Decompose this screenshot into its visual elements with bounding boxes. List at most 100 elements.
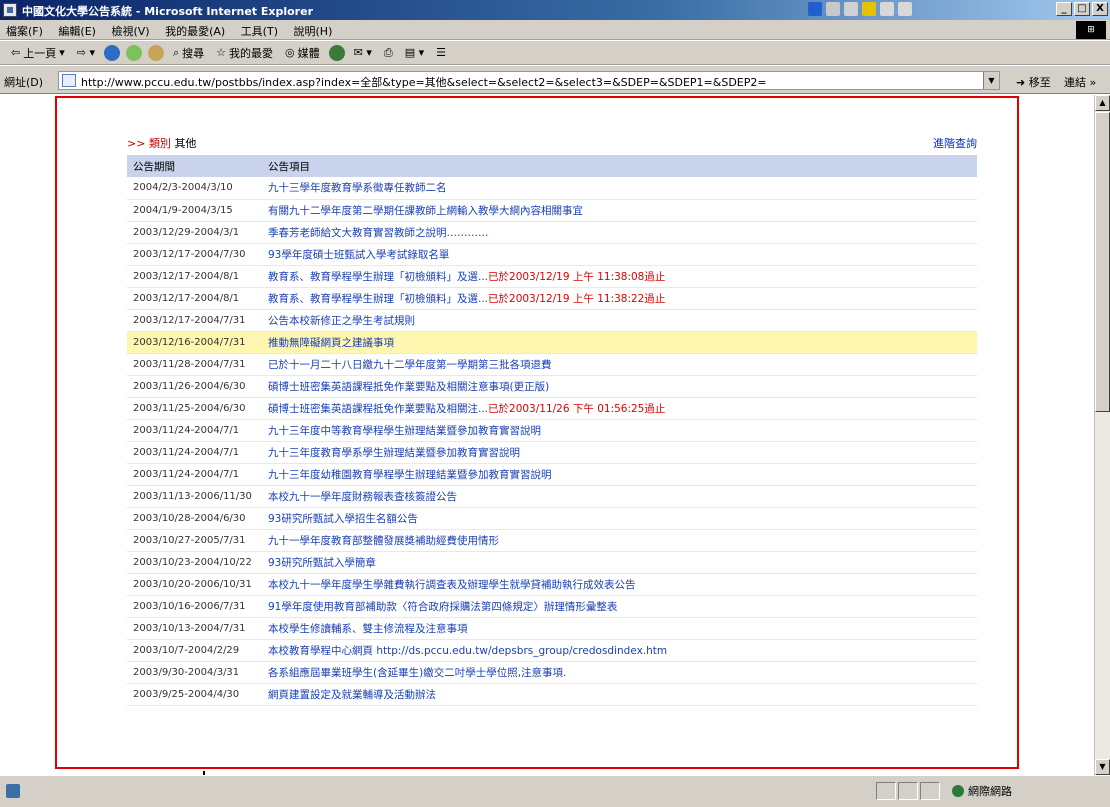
scroll-thumb[interactable] [1095, 112, 1110, 412]
announcement-link[interactable]: 九十三年度教育學系學生辦理結業暨參加教育實習說明 [268, 447, 520, 459]
announcement-link[interactable]: 碩博士班密集英語課程抵免作業要點及相關注... [268, 403, 488, 415]
table-row: 2004/2/3-2004/3/10 九十三學年度教育學系徵專任教師二名 [127, 177, 977, 200]
go-button[interactable]: ➜ 移至 [1016, 74, 1051, 90]
security-zone: 網際網路 [952, 782, 1012, 800]
menu-view[interactable]: 檢視(V) [105, 20, 155, 42]
table-row: 2004/1/9-2004/3/15 有關九十二學年度第二學期任課教師上網輸入教學… [127, 199, 977, 222]
menu-tools[interactable]: 工具(T) [235, 20, 284, 42]
announcement-link[interactable]: 網頁建置設定及就業輔導及活動辦法 [268, 689, 436, 701]
announcement-table: 公告期間 公告項目 2004/2/3-2004/3/10 九十三學年度教育學系徵專… [127, 155, 977, 706]
announcement-panel: >> 類別 其他 進階查詢 公告期間 公告項目 2004/2/3-2004/3/… [127, 135, 977, 706]
table-row: 2003/10/28-2004/6/30 93研究所甄試入學招生名額公告 [127, 507, 977, 530]
announcement-link[interactable]: 教育系、教育學程學生辦理「初檢頒料」及選... [268, 271, 488, 283]
table-row: 2003/11/28-2004/7/31 已於十一月二十八日繳九十二學年度第一學期… [127, 353, 977, 376]
tray-icons [808, 2, 912, 18]
announcement-link[interactable]: 93研究所甄試入學簡章 [268, 557, 376, 569]
tray-icon[interactable] [880, 2, 894, 16]
announcement-link[interactable]: 碩博士班密集英語課程抵免作業要點及相關注意事項(更正版) [268, 381, 549, 393]
forward-button[interactable]: ⇨ ▾ [74, 44, 98, 62]
minimize-button[interactable]: _ [1056, 2, 1072, 16]
address-dropdown-icon[interactable]: ▼ [983, 72, 999, 89]
announcement-link[interactable]: 91學年度使用教育部補助款〈符合政府採購法第四條規定〉辦理情形彙整表 [268, 601, 617, 613]
address-url[interactable]: http://www.pccu.edu.tw/postbbs/index.asp… [81, 74, 976, 90]
category-label: 類別 [148, 137, 171, 150]
windows-logo-icon: ⊞ [1076, 21, 1106, 39]
menu-help[interactable]: 說明(H) [288, 20, 339, 42]
announcement-period: 2003/10/27-2005/7/31 [127, 529, 262, 552]
go-arrow-icon: ➜ [1016, 76, 1026, 89]
table-row: 2003/9/25-2004/4/30 網頁建置設定及就業輔導及活動辦法 [127, 683, 977, 706]
chevron-down-icon: ▾ [59, 46, 65, 59]
announcement-cell: 季春芳老師給文大教育實習教師之說明………… [262, 221, 977, 244]
favorites-button[interactable]: ☆ 我的最愛 [213, 44, 276, 62]
close-button[interactable]: X [1092, 2, 1108, 16]
table-row: 2003/10/23-2004/10/22 93研究所甄試入學簡章 [127, 551, 977, 574]
announcement-cell: 九十三年度教育學系學生辦理結業暨參加教育實習說明 [262, 441, 977, 464]
status-cell [920, 782, 940, 800]
mail-button[interactable]: ✉ ▾ [351, 44, 375, 62]
history-icon[interactable] [328, 44, 345, 61]
announcement-link[interactable]: 本校九十一學年度學生學雜費執行調查表及辦理學生就學貸補助執行成效表公告 [268, 579, 636, 591]
address-bar: 網址(D) http://www.pccu.edu.tw/postbbs/ind… [0, 66, 1110, 94]
tray-icon[interactable] [898, 2, 912, 16]
print-button[interactable]: ⎙ [381, 44, 396, 62]
table-row: 2003/10/13-2004/7/31 本校學生修讀輔系、雙主修流程及注意事項 [127, 617, 977, 640]
announcement-cell: 教育系、教育學程學生辦理「初檢頒料」及選...已於2003/12/19 上午 1… [262, 265, 977, 288]
links-button[interactable]: 連結 » [1064, 74, 1096, 90]
announcement-link[interactable]: 已於十一月二十八日繳九十二學年度第一學期第三批各項退費 [268, 359, 552, 371]
announcement-link[interactable]: 本校教育學程中心網頁 http://ds.pccu.edu.tw/depsbrs… [268, 645, 667, 657]
announcement-link[interactable]: 公告本校新修正之學生考試規則 [268, 315, 415, 327]
tray-icon[interactable] [826, 2, 840, 16]
maximize-button[interactable]: □ [1074, 2, 1090, 16]
back-button[interactable]: ⇦ 上一頁 ▾ [8, 44, 68, 62]
menu-bar: 檔案(F) 編輯(E) 檢視(V) 我的最愛(A) 工具(T) 說明(H) ⊞ [0, 20, 1110, 40]
menu-edit[interactable]: 編輯(E) [52, 20, 102, 42]
stop-icon[interactable] [104, 44, 120, 61]
discuss-button[interactable]: ☰ [433, 44, 449, 62]
menu-file[interactable]: 檔案(F) [0, 20, 49, 42]
refresh-icon[interactable] [126, 44, 142, 61]
announcement-link[interactable]: 93研究所甄試入學招生名額公告 [268, 513, 418, 525]
ie-app-icon[interactable] [3, 3, 17, 17]
announcement-period: 2003/11/24-2004/7/1 [127, 463, 262, 486]
announcement-link[interactable]: 教育系、教育學程學生辦理「初檢頒料」及選... [268, 293, 488, 305]
menu-favorites[interactable]: 我的最愛(A) [159, 20, 231, 42]
favorites-label: 我的最愛 [229, 46, 274, 60]
globe-icon [952, 785, 964, 797]
search-button[interactable]: ⌕ 搜尋 [170, 44, 207, 62]
announcement-link[interactable]: 93學年度碩士班甄試入學考試錄取名單 [268, 249, 449, 261]
vertical-scrollbar[interactable]: ▲ ▼ [1094, 95, 1110, 775]
announcement-cell: 九十三學年度教育學系徵專任教師二名 [262, 177, 977, 200]
tray-icon[interactable] [844, 2, 858, 16]
column-header-period: 公告期間 [127, 155, 262, 177]
announcement-link[interactable]: 各系組應屆畢業班學生(含延畢生)繳交二吋學士學位照,注意事項. [268, 667, 566, 679]
media-button[interactable]: ◎ 媒體 [282, 44, 323, 62]
announcement-cell: 碩博士班密集英語課程抵免作業要點及相關注意事項(更正版) [262, 375, 977, 398]
announcement-link[interactable]: 推動無障礙網頁之建議事項 [268, 337, 394, 349]
announcement-link[interactable]: 九十一學年度教育部整體發展獎補助經費使用情形 [268, 535, 499, 547]
announcement-link[interactable]: 季春芳老師給文大教育實習教師之說明………… [268, 227, 489, 239]
announcement-period: 2003/10/28-2004/6/30 [127, 507, 262, 530]
address-input[interactable]: http://www.pccu.edu.tw/postbbs/index.asp… [58, 71, 1000, 90]
announcement-cell: 九十三年度幼稚園教育學程學生辦理結業暨參加教育實習說明 [262, 463, 977, 486]
announcement-cell: 本校九十一學年度財務報表查核簽證公告 [262, 485, 977, 508]
announcement-link[interactable]: 本校學生修讀輔系、雙主修流程及注意事項 [268, 623, 468, 635]
announcement-period: 2003/12/29-2004/3/1 [127, 221, 262, 244]
edit-button[interactable]: ▤ ▾ [402, 44, 427, 62]
advanced-search-link[interactable]: 進階查詢 [933, 135, 977, 151]
status-cell [898, 782, 918, 800]
tray-icon[interactable] [862, 2, 876, 16]
announcement-link[interactable]: 本校九十一學年度財務報表查核簽證公告 [268, 491, 457, 503]
tray-icon[interactable] [808, 2, 822, 16]
announcement-link[interactable]: 九十三年度中等教育學程學生辦理結業暨參加教育實習說明 [268, 425, 541, 437]
announcement-link[interactable]: 九十三年度幼稚園教育學程學生辦理結業暨參加教育實習說明 [268, 469, 552, 481]
scroll-down-icon[interactable]: ▼ [1095, 759, 1110, 775]
announcement-link[interactable]: 有關九十二學年度第二學期任課教師上網輸入教學大綱內容相關事宜 [268, 205, 583, 217]
announcement-period: 2003/10/20-2006/10/31 [127, 573, 262, 596]
address-label: 網址(D) [4, 76, 44, 89]
home-icon[interactable] [148, 44, 164, 61]
scroll-up-icon[interactable]: ▲ [1095, 95, 1110, 111]
announcement-period: 2003/11/28-2004/7/31 [127, 353, 262, 376]
status-cells [876, 782, 940, 800]
announcement-link[interactable]: 九十三學年度教育學系徵專任教師二名 [268, 182, 447, 194]
